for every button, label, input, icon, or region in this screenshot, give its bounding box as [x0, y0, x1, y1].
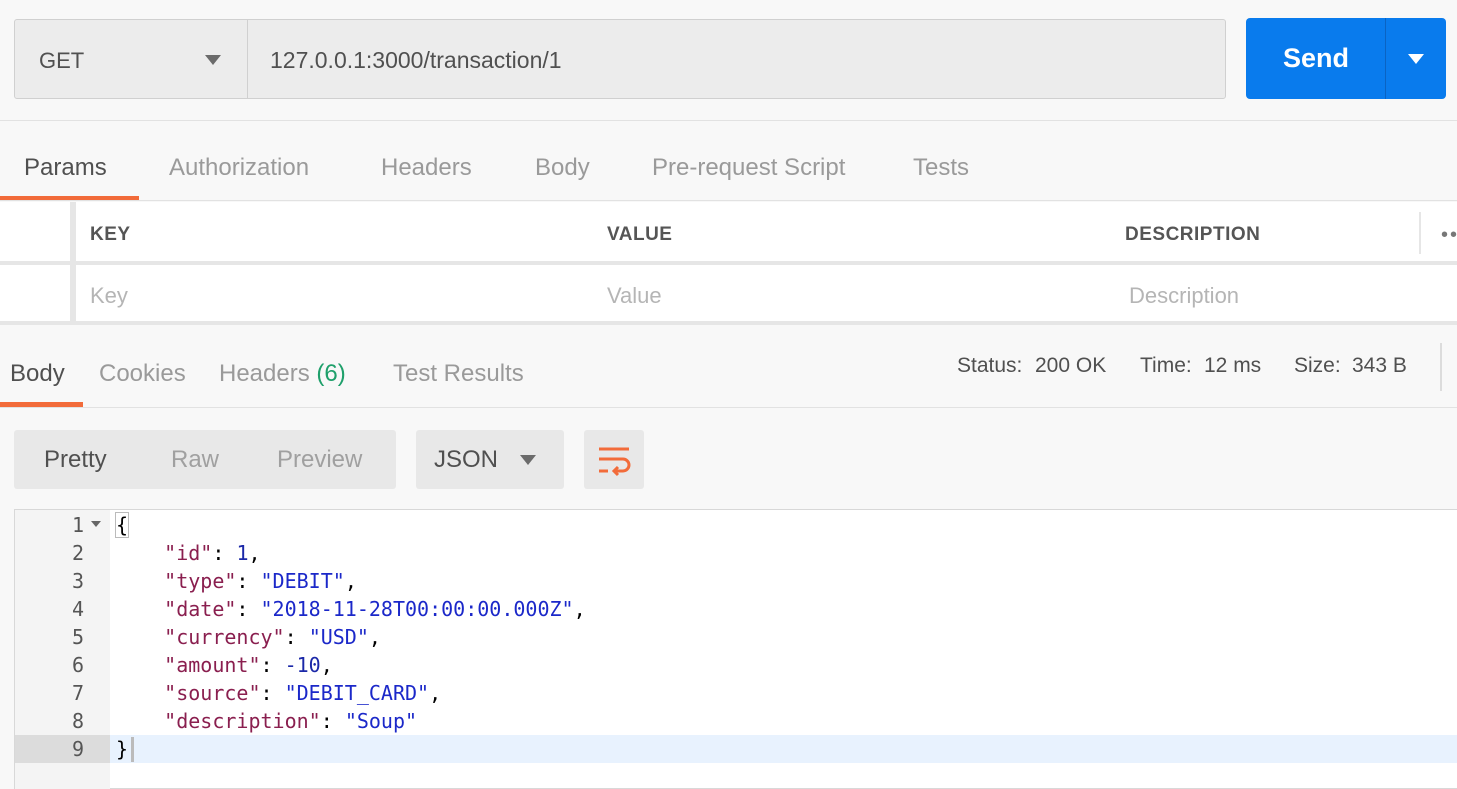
tab-body[interactable]: Body [535, 154, 590, 182]
value-header-label: VALUE [607, 224, 673, 245]
divider [0, 200, 1457, 201]
line-number: 7 [71, 681, 84, 705]
line-number: 9 [71, 737, 84, 761]
json-key: "date" [164, 597, 237, 621]
description-input[interactable]: Description [1111, 265, 1457, 325]
json-value: 1 [236, 541, 249, 565]
value-placeholder: Value [607, 283, 662, 308]
response-tab-cookies[interactable]: Cookies [99, 360, 186, 388]
json-value: "DEBIT_CARD" [284, 681, 430, 705]
view-mode-pretty[interactable]: Pretty [44, 446, 107, 474]
json-key: "currency" [164, 625, 285, 649]
key-placeholder: Key [90, 283, 128, 308]
column-header-description: DESCRIPTION •• [1111, 202, 1457, 265]
json-key: "source" [164, 681, 261, 705]
chevron-down-icon [1408, 54, 1424, 64]
column-header-value: VALUE [593, 202, 1115, 265]
json-comma: , [573, 597, 586, 621]
key-header-label: KEY [90, 224, 131, 245]
value-input[interactable]: Value [593, 265, 1115, 325]
divider [1440, 343, 1442, 391]
json-value: -10 [284, 653, 321, 677]
json-value: "USD" [308, 625, 369, 649]
json-line: "source": "DEBIT_CARD", [164, 681, 442, 705]
json-comma: , [429, 681, 442, 705]
tab-authorization[interactable]: Authorization [169, 154, 309, 182]
json-line: "id": 1, [164, 541, 261, 565]
json-open-brace: { [114, 512, 130, 538]
divider [0, 120, 1457, 121]
column-header-key: KEY [76, 202, 597, 265]
divider [0, 407, 1457, 408]
json-value: "Soup" [344, 709, 418, 733]
json-value: "2018-11-28T00:00:00.000Z" [260, 597, 574, 621]
json-line: "currency": "USD", [164, 625, 381, 649]
json-key: "description" [164, 709, 321, 733]
format-select[interactable]: JSON [416, 430, 564, 489]
json-comma: , [344, 569, 357, 593]
tab-params[interactable]: Params [24, 154, 107, 182]
response-tab-body[interactable]: Body [10, 360, 65, 388]
status-value: 200 OK [1035, 354, 1107, 377]
headers-count-badge: (6) [316, 360, 346, 387]
json-comma: , [320, 653, 333, 677]
column-divider [1419, 212, 1421, 254]
row-checkbox[interactable] [0, 265, 76, 325]
key-input[interactable]: Key [76, 265, 597, 325]
json-key: "id" [164, 541, 213, 565]
line-number: 1 [71, 513, 84, 537]
json-value: "DEBIT" [260, 569, 345, 593]
size-value: 343 B [1352, 354, 1407, 377]
json-line: "date": "2018-11-28T00:00:00.000Z", [164, 597, 586, 621]
json-line: "amount": -10, [164, 653, 333, 677]
time-label: Time: [1140, 354, 1192, 377]
wrap-icon [599, 447, 631, 477]
method-select[interactable]: GET [14, 19, 248, 99]
chevron-down-icon [520, 455, 536, 465]
line-number: 3 [71, 569, 84, 593]
description-placeholder: Description [1129, 283, 1240, 308]
line-number: 8 [71, 709, 84, 733]
line-number: 2 [71, 541, 84, 565]
tab-tests[interactable]: Tests [913, 154, 969, 182]
text-cursor [131, 737, 134, 762]
description-header-label: DESCRIPTION [1125, 224, 1261, 245]
line-number: 5 [71, 625, 84, 649]
status-label: Status: [957, 354, 1023, 377]
line-number: 4 [71, 597, 84, 621]
json-comma: , [248, 541, 261, 565]
view-mode-raw[interactable]: Raw [171, 446, 219, 474]
json-line: "description": "Soup" [164, 709, 418, 733]
fold-icon[interactable] [91, 521, 101, 527]
active-line-highlight [110, 735, 1457, 763]
send-button[interactable]: Send [1246, 18, 1386, 99]
tab-pre-request-script[interactable]: Pre-request Script [652, 154, 845, 182]
table-checkbox-header [0, 202, 76, 265]
format-label: JSON [434, 446, 499, 473]
response-tab-headers[interactable]: Headers (6) [219, 360, 346, 388]
headers-label: Headers [219, 360, 310, 387]
url-input[interactable]: 127.0.0.1:3000/transaction/1 [247, 19, 1226, 99]
send-options-button[interactable] [1385, 18, 1446, 99]
json-comma: , [368, 625, 381, 649]
json-key: "amount" [164, 653, 261, 677]
view-mode-preview[interactable]: Preview [277, 446, 362, 474]
json-line: "type": "DEBIT", [164, 569, 357, 593]
view-mode-control: Pretty Raw Preview [14, 430, 396, 489]
chevron-down-icon [205, 55, 221, 65]
url-value: 127.0.0.1:3000/transaction/1 [270, 47, 562, 73]
response-tab-test-results[interactable]: Test Results [393, 360, 524, 388]
line-number: 6 [71, 653, 84, 677]
json-key: "type" [164, 569, 237, 593]
wrap-lines-button[interactable] [584, 430, 644, 489]
more-icon[interactable]: •• [1441, 224, 1457, 247]
time-value: 12 ms [1204, 354, 1262, 377]
method-label: GET [39, 48, 85, 73]
size-label: Size: [1294, 354, 1341, 377]
tab-headers[interactable]: Headers [381, 154, 472, 182]
json-close-brace: } [116, 737, 129, 761]
